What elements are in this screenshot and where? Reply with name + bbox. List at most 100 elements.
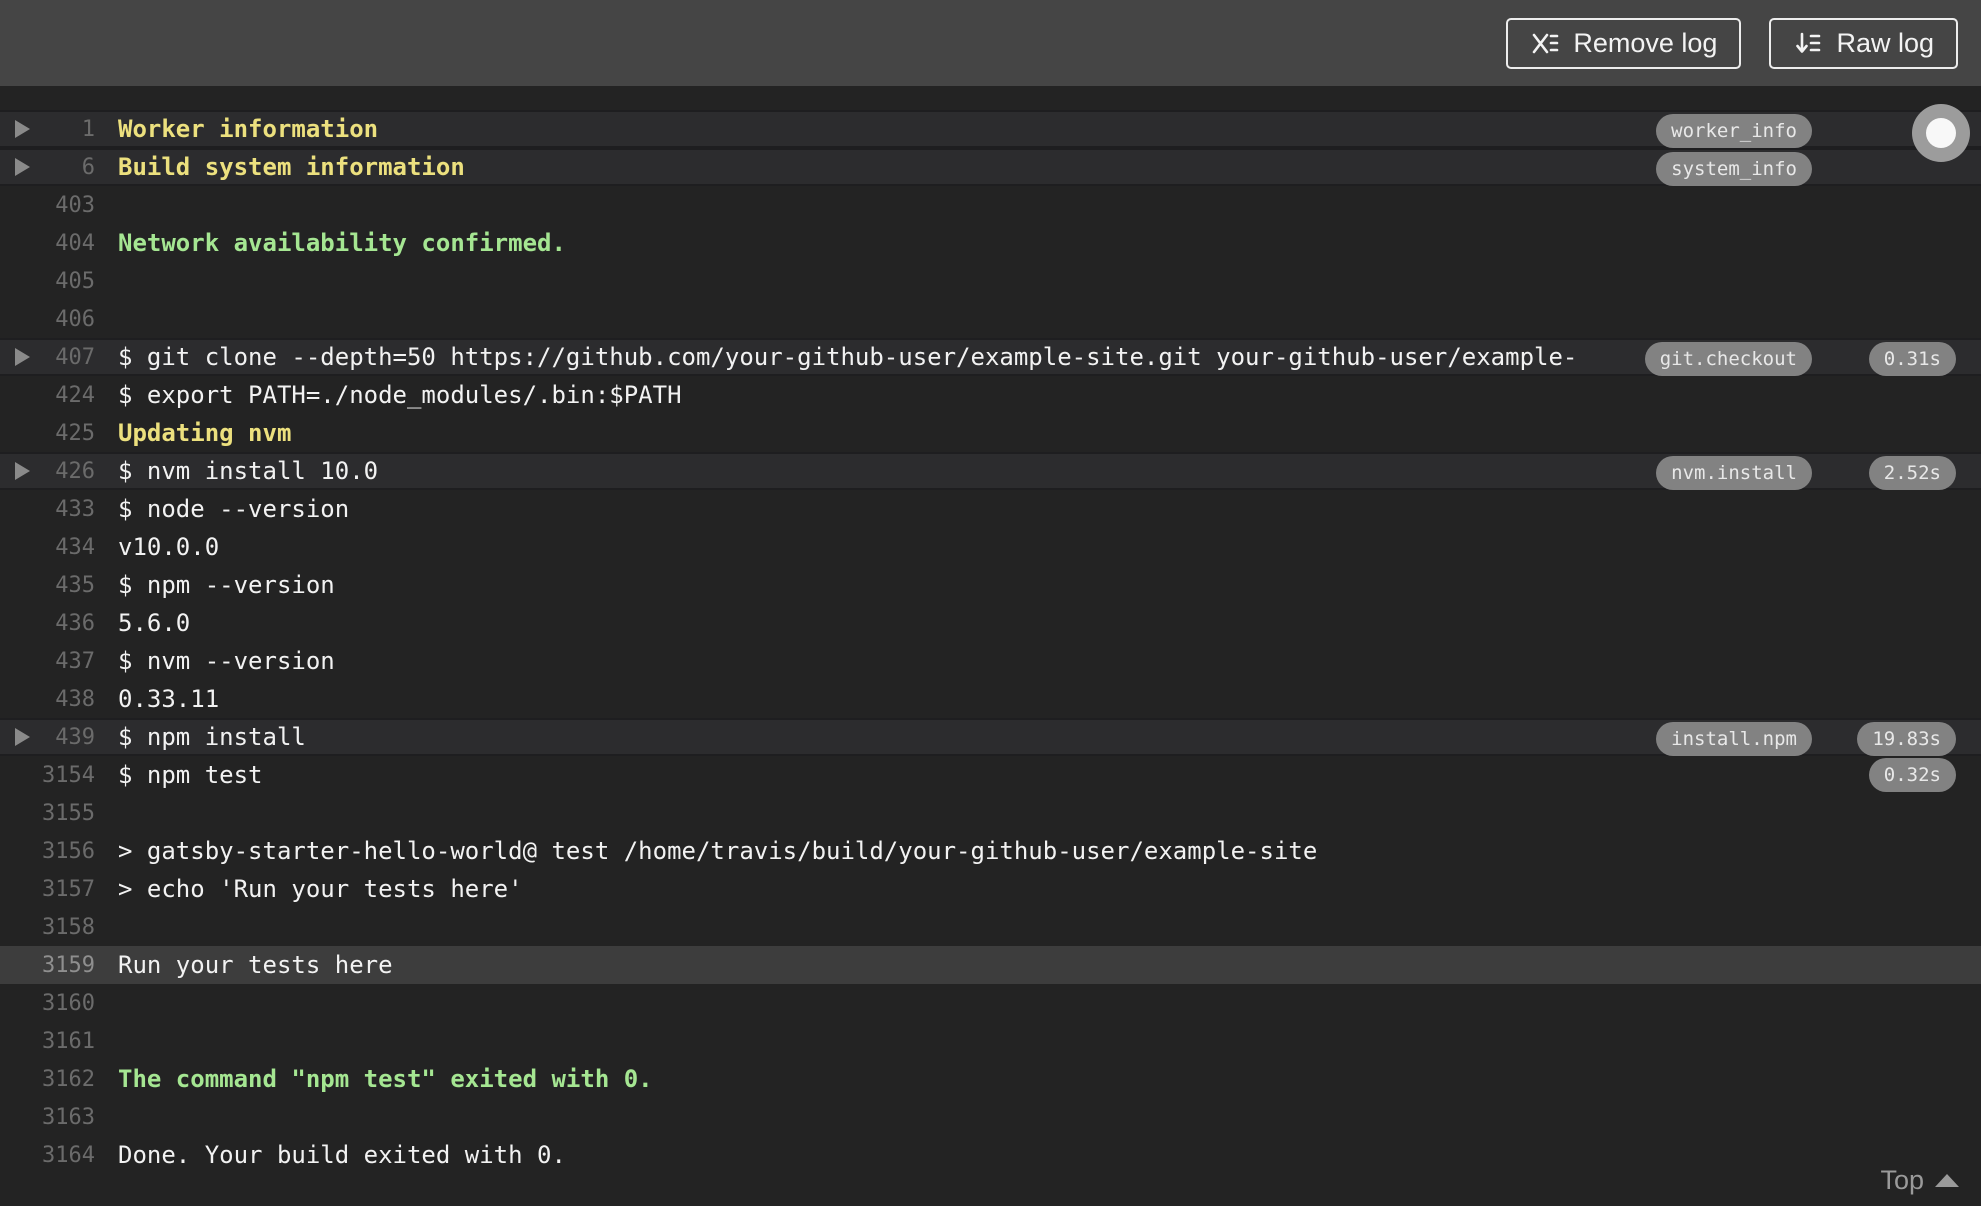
fold-toggle-icon[interactable] bbox=[15, 120, 30, 138]
chevron-up-icon bbox=[1935, 1174, 1959, 1187]
log-row: 434 v10.0.0 bbox=[0, 528, 1981, 566]
line-number[interactable]: 3160 bbox=[38, 991, 95, 1016]
scroll-to-top-link[interactable]: Top bbox=[1880, 1165, 1959, 1196]
line-text: 5.6.0 bbox=[118, 609, 191, 637]
remove-log-icon bbox=[1530, 28, 1560, 58]
fold-toggle-icon[interactable] bbox=[15, 728, 30, 746]
line-number[interactable]: 407 bbox=[38, 345, 95, 370]
stage-tag-badge: install.npm bbox=[1656, 722, 1812, 756]
duration-badge: 2.52s bbox=[1868, 456, 1956, 490]
line-number[interactable]: 439 bbox=[38, 725, 95, 750]
remove-log-label: Remove log bbox=[1573, 27, 1718, 58]
log-row: 3162 The command "npm test" exited with 0… bbox=[0, 1060, 1981, 1098]
line-text: $ npm --version bbox=[118, 571, 335, 599]
line-number[interactable]: 3154 bbox=[38, 763, 95, 788]
line-text: $ nvm install 10.0 bbox=[118, 457, 379, 485]
line-number[interactable]: 3162 bbox=[38, 1067, 95, 1092]
line-number[interactable]: 425 bbox=[38, 421, 95, 446]
line-text: $ nvm --version bbox=[118, 647, 335, 675]
line-number[interactable]: 434 bbox=[38, 535, 95, 560]
log-row: 403 bbox=[0, 186, 1981, 224]
log-row: 3159 Run your tests here bbox=[0, 946, 1981, 984]
line-text: v10.0.0 bbox=[118, 533, 220, 561]
line-number[interactable]: 3158 bbox=[38, 915, 95, 940]
log-row: 3155 bbox=[0, 794, 1981, 832]
line-text: $ npm test bbox=[118, 761, 263, 789]
line-number[interactable]: 405 bbox=[38, 269, 95, 294]
log-row: 6 Build system information system_info bbox=[0, 148, 1981, 186]
line-number[interactable]: 406 bbox=[38, 307, 95, 332]
log-row: 406 bbox=[0, 300, 1981, 338]
duration-badge: 19.83s bbox=[1857, 722, 1956, 756]
log-row: 407 $ git clone --depth=50 https://github… bbox=[0, 338, 1981, 376]
line-text: $ node --version bbox=[118, 495, 350, 523]
line-number[interactable]: 1 bbox=[38, 117, 95, 142]
line-number[interactable]: 437 bbox=[38, 649, 95, 674]
line-text: Updating nvm bbox=[118, 419, 292, 447]
log-toolbar: Remove log Raw log bbox=[0, 0, 1981, 86]
log-row: 3157 > echo 'Run your tests here' bbox=[0, 870, 1981, 908]
line-text: $ npm install bbox=[118, 723, 306, 751]
log-row: 3163 bbox=[0, 1098, 1981, 1136]
line-text: Run your tests here bbox=[118, 951, 393, 979]
log-row: 3161 bbox=[0, 1022, 1981, 1060]
fold-column bbox=[0, 158, 38, 176]
stage-tag-badge: git.checkout bbox=[1644, 342, 1812, 376]
line-number[interactable]: 6 bbox=[38, 155, 95, 180]
duration-badge: 0.31s bbox=[1868, 342, 1956, 376]
line-number[interactable]: 3161 bbox=[38, 1029, 95, 1054]
log-row: 1 Worker information worker_info bbox=[0, 110, 1981, 148]
log-row: 438 0.33.11 bbox=[0, 680, 1981, 718]
log-row: 436 5.6.0 bbox=[0, 604, 1981, 642]
line-number[interactable]: 436 bbox=[38, 611, 95, 636]
log-row: 3164 Done. Your build exited with 0. bbox=[0, 1136, 1981, 1174]
raw-log-label: Raw log bbox=[1836, 27, 1934, 58]
line-text: > echo 'Run your tests here' bbox=[118, 875, 523, 903]
fold-toggle-icon[interactable] bbox=[15, 462, 30, 480]
fold-toggle-icon[interactable] bbox=[15, 348, 30, 366]
log-row: 3154 $ npm test 0.32s bbox=[0, 756, 1981, 794]
fold-column bbox=[0, 728, 38, 746]
line-number[interactable]: 3155 bbox=[38, 801, 95, 826]
line-number[interactable]: 438 bbox=[38, 687, 95, 712]
line-text: Done. Your build exited with 0. bbox=[118, 1141, 566, 1169]
line-number[interactable]: 404 bbox=[38, 231, 95, 256]
log-row: 405 bbox=[0, 262, 1981, 300]
log-row: 437 $ nvm --version bbox=[0, 642, 1981, 680]
log-row: 425 Updating nvm bbox=[0, 414, 1981, 452]
fold-column bbox=[0, 348, 38, 366]
line-text: Network availability confirmed. bbox=[118, 229, 566, 257]
line-number[interactable]: 3164 bbox=[38, 1143, 95, 1168]
line-text: Worker information bbox=[118, 115, 379, 143]
line-number[interactable]: 3156 bbox=[38, 839, 95, 864]
build-log: 1 Worker information worker_info 6 Build sys… bbox=[0, 86, 1981, 1206]
line-number[interactable]: 424 bbox=[38, 383, 95, 408]
line-number[interactable]: 3157 bbox=[38, 877, 95, 902]
log-row: 3158 bbox=[0, 908, 1981, 946]
raw-log-icon bbox=[1793, 28, 1823, 58]
line-number[interactable]: 3163 bbox=[38, 1105, 95, 1130]
line-number[interactable]: 433 bbox=[38, 497, 95, 522]
line-number[interactable]: 435 bbox=[38, 573, 95, 598]
duration-badge: 0.32s bbox=[1868, 758, 1956, 792]
line-text: 0.33.11 bbox=[118, 685, 220, 713]
fold-column bbox=[0, 120, 38, 138]
log-row: 439 $ npm install install.npm 19.83s bbox=[0, 718, 1981, 756]
line-number[interactable]: 426 bbox=[38, 459, 95, 484]
log-row: 426 $ nvm install 10.0 nvm.install 2.52s bbox=[0, 452, 1981, 490]
log-row: 3160 bbox=[0, 984, 1981, 1022]
line-text: $ git clone --depth=50 https://github.co… bbox=[118, 343, 1578, 371]
line-number[interactable]: 403 bbox=[38, 193, 95, 218]
log-lines: 1 Worker information worker_info 6 Build sys… bbox=[0, 110, 1981, 1174]
line-text: Build system information bbox=[118, 153, 465, 181]
stage-tag-badge: nvm.install bbox=[1656, 456, 1812, 490]
log-row: 433 $ node --version bbox=[0, 490, 1981, 528]
log-row: 404 Network availability confirmed. bbox=[0, 224, 1981, 262]
remove-log-button[interactable]: Remove log bbox=[1506, 17, 1742, 69]
line-number[interactable]: 3159 bbox=[38, 953, 95, 978]
stage-tag-badge: worker_info bbox=[1656, 114, 1812, 148]
fold-toggle-icon[interactable] bbox=[15, 158, 30, 176]
line-text: > gatsby-starter-hello-world@ test /home… bbox=[118, 837, 1318, 865]
raw-log-button[interactable]: Raw log bbox=[1769, 17, 1958, 69]
top-link-label: Top bbox=[1880, 1165, 1924, 1195]
